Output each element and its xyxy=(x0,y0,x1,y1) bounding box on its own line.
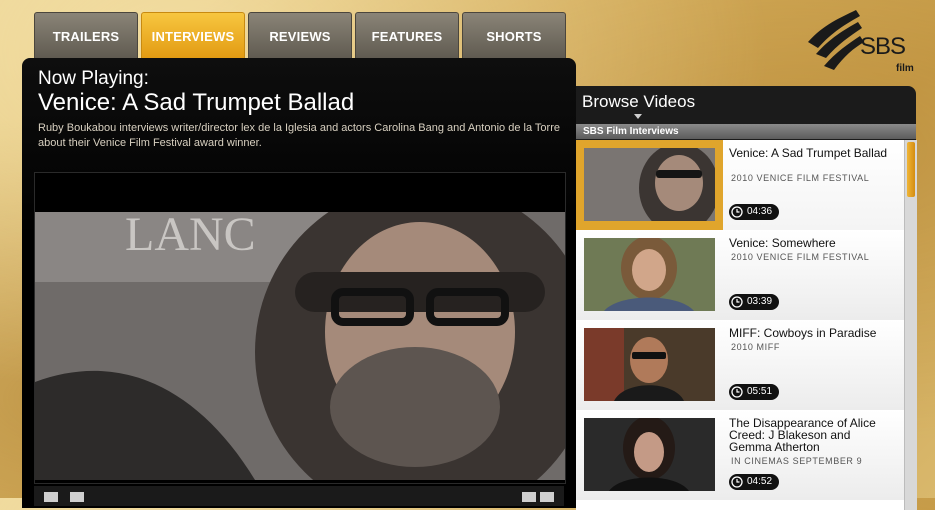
duration-text: 04:36 xyxy=(747,206,773,217)
caret-down-icon xyxy=(634,114,642,119)
clock-icon xyxy=(731,206,743,218)
list-scrollbar[interactable] xyxy=(904,140,917,510)
video-still: LANC xyxy=(35,212,565,480)
thumbnail-frame xyxy=(576,320,723,410)
now-playing-title: Venice: A Sad Trumpet Ballad xyxy=(38,89,355,116)
item-title: Venice: A Sad Trumpet Ballad xyxy=(729,146,888,160)
stop-button[interactable] xyxy=(70,492,84,502)
clock-icon xyxy=(731,296,743,308)
duration-badge: 03:39 xyxy=(729,294,779,310)
tab-interviews[interactable]: INTERVIEWS xyxy=(141,12,245,59)
duration-badge: 04:52 xyxy=(729,474,779,490)
fullscreen-button[interactable] xyxy=(540,492,554,502)
item-subtitle: IN CINEMAS SEPTEMBER 9 xyxy=(731,456,863,466)
thumbnail-frame xyxy=(576,410,723,500)
volume-button[interactable] xyxy=(522,492,536,502)
video-frame: LANC xyxy=(35,212,565,480)
list-item[interactable]: Venice: A Sad Trumpet Ballad 2010 VENICE… xyxy=(576,140,904,230)
video-description: Ruby Boukabou interviews writer/director… xyxy=(38,122,560,149)
video-player-panel: Now Playing: Venice: A Sad Trumpet Balla… xyxy=(22,58,576,508)
logo-text: SBS xyxy=(860,33,906,60)
tab-features[interactable]: FEATURES xyxy=(355,12,459,59)
thumbnail-frame xyxy=(576,230,723,320)
item-subtitle: 2010 MIFF xyxy=(731,342,780,352)
thumbnail-frame xyxy=(576,140,723,230)
video-list: Venice: A Sad Trumpet Ballad 2010 VENICE… xyxy=(576,140,904,510)
category-bar: SBS Film Interviews xyxy=(576,124,916,139)
list-item[interactable]: The Disappearance of Alice Creed: J Blak… xyxy=(576,410,904,500)
logo-subtext: film xyxy=(896,63,914,74)
now-playing-label: Now Playing: xyxy=(38,68,149,89)
duration-text: 04:52 xyxy=(747,476,773,487)
clock-icon xyxy=(731,386,743,398)
tab-reviews[interactable]: REVIEWS xyxy=(248,12,352,59)
thumbnail xyxy=(584,238,715,311)
duration-text: 03:39 xyxy=(747,296,773,307)
duration-badge: 04:36 xyxy=(729,204,779,220)
clock-icon xyxy=(731,476,743,488)
video-screen[interactable]: LANC xyxy=(34,172,566,484)
duration-badge: 05:51 xyxy=(729,384,779,400)
item-title: The Disappearance of Alice Creed: J Blak… xyxy=(729,416,876,454)
item-subtitle: 2010 VENICE FILM FESTIVAL xyxy=(731,173,870,183)
list-item[interactable]: Venice: Somewhere 2010 VENICE FILM FESTI… xyxy=(576,230,904,320)
tab-trailers[interactable]: TRAILERS xyxy=(34,12,138,59)
tab-shorts[interactable]: SHORTS xyxy=(462,12,566,59)
thumbnail xyxy=(584,418,715,491)
item-title: MIFF: Cowboys in Paradise xyxy=(729,326,877,340)
play-button[interactable] xyxy=(44,492,58,502)
list-item[interactable]: MIFF: Cowboys in Paradise 2010 MIFF 05:5… xyxy=(576,320,904,410)
duration-text: 05:51 xyxy=(747,386,773,397)
browse-title: Browse Videos xyxy=(582,92,696,111)
item-subtitle: 2010 VENICE FILM FESTIVAL xyxy=(731,252,870,262)
video-controls xyxy=(34,486,564,506)
thumbnail xyxy=(584,328,715,401)
browse-panel: Browse Videos SBS Film Interviews Venice… xyxy=(576,86,917,510)
scrollbar-thumb[interactable] xyxy=(907,142,915,197)
svg-text:LANC: LANC xyxy=(125,212,256,261)
item-title: Venice: Somewhere xyxy=(729,236,836,250)
thumbnail xyxy=(584,148,715,221)
